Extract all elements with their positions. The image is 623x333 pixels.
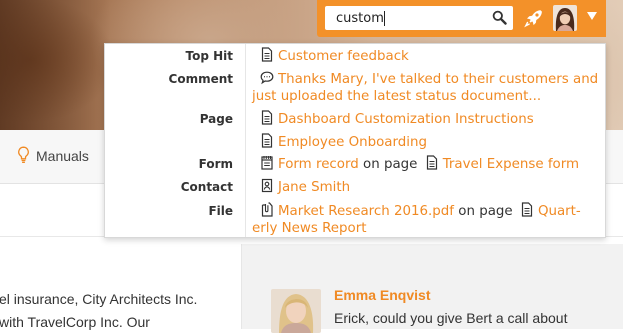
document-icon bbox=[261, 133, 273, 148]
result-page-1[interactable]: Dashboard Customization Instructions bbox=[260, 110, 605, 129]
result-comment-continued[interactable]: just uploaded the latest status document… bbox=[252, 88, 597, 106]
document-icon bbox=[261, 47, 273, 62]
nav-item-manuals-label: Manuals bbox=[36, 148, 89, 164]
category-form: Form bbox=[198, 157, 233, 171]
search-results-dropdown: Top Hit Customer feedback Comment Thanks… bbox=[104, 43, 606, 238]
category-comment: Comment bbox=[168, 72, 233, 86]
comment-text: Erick, could you give Bert a call about bbox=[334, 310, 568, 326]
result-page-1-link[interactable]: Dashboard Customization Instructions bbox=[278, 112, 534, 127]
result-form-link[interactable]: Form record bbox=[278, 157, 359, 172]
form-icon bbox=[261, 156, 273, 170]
result-file-continued[interactable]: erly News Report bbox=[252, 220, 597, 238]
result-file-link[interactable]: Market Research 2016.pdf bbox=[278, 204, 454, 219]
comment-avatar[interactable] bbox=[271, 289, 321, 333]
result-comment-line-2[interactable]: just uploaded the latest status document… bbox=[252, 89, 541, 104]
category-page: Page bbox=[199, 112, 233, 126]
result-top-hit[interactable]: Customer feedback bbox=[260, 47, 605, 66]
result-form[interactable]: Form record on page Travel Expense form bbox=[260, 155, 605, 174]
result-top-hit-link[interactable]: Customer feedback bbox=[278, 49, 409, 64]
result-contact[interactable]: Jane Smith bbox=[260, 178, 605, 197]
lightbulb-icon bbox=[17, 146, 30, 167]
search-box[interactable] bbox=[325, 6, 513, 30]
document-icon bbox=[261, 110, 273, 125]
result-page-2-link[interactable]: Employee Onboarding bbox=[278, 135, 427, 150]
top-bar bbox=[317, 0, 606, 37]
result-page-2[interactable]: Employee Onboarding bbox=[260, 133, 605, 152]
content-text: el insurance, City Architects Inc. with … bbox=[0, 244, 240, 330]
content-line-2: with TravelCorp Inc. Our bbox=[0, 314, 150, 330]
search-icon[interactable] bbox=[492, 10, 507, 25]
result-form-on-page: on page bbox=[363, 157, 418, 172]
comment-icon bbox=[260, 71, 274, 85]
comment-author[interactable]: Emma Enqvist bbox=[334, 287, 430, 303]
result-file-page-link-part-1[interactable]: Quart- bbox=[538, 204, 581, 219]
nav-item-manuals[interactable]: Manuals bbox=[17, 146, 89, 166]
category-top-hit: Top Hit bbox=[185, 49, 234, 63]
document-icon bbox=[426, 155, 437, 170]
comment-panel: Emma Enqvist Erick, could you give Bert … bbox=[241, 244, 623, 333]
result-file-page-link-part-2[interactable]: erly News Report bbox=[252, 221, 366, 236]
search-input[interactable] bbox=[325, 6, 490, 30]
result-file-on-page: on page bbox=[458, 204, 513, 219]
attachment-file-icon bbox=[261, 202, 273, 217]
rocket-icon[interactable] bbox=[523, 7, 545, 29]
document-icon bbox=[521, 202, 533, 217]
hero-shade bbox=[0, 0, 110, 130]
contact-icon bbox=[261, 178, 273, 193]
chevron-down-icon[interactable] bbox=[586, 10, 598, 22]
category-contact: Contact bbox=[180, 180, 233, 194]
category-file: File bbox=[208, 204, 233, 218]
result-contact-link[interactable]: Jane Smith bbox=[278, 180, 350, 195]
result-comment-line-1[interactable]: Thanks Mary, I've talked to their custom… bbox=[278, 72, 598, 87]
result-form-page-link[interactable]: Travel Expense form bbox=[443, 157, 579, 172]
result-file[interactable]: Market Research 2016.pdf on page Quart- bbox=[260, 202, 605, 221]
user-avatar[interactable] bbox=[553, 5, 577, 31]
content-line-1: el insurance, City Architects Inc. bbox=[0, 291, 198, 307]
text-cursor bbox=[384, 11, 385, 26]
result-comment[interactable]: Thanks Mary, I've talked to their custom… bbox=[260, 70, 605, 89]
